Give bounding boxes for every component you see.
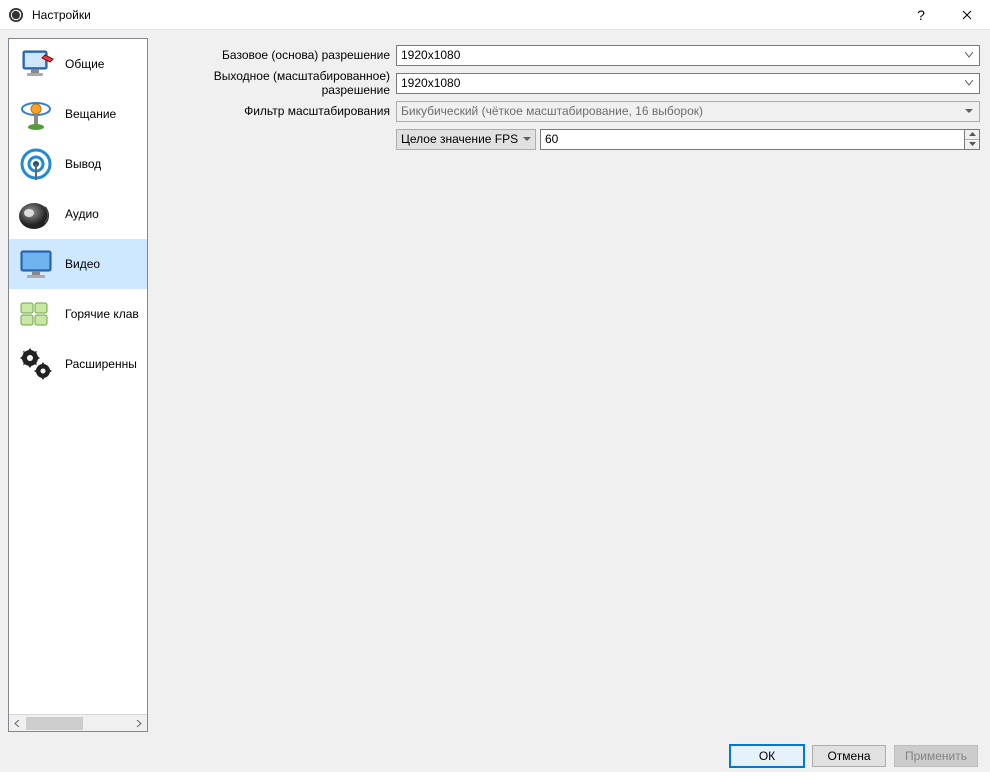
dialog-footer: ОК Отмена Применить xyxy=(0,740,990,772)
help-button[interactable]: ? xyxy=(898,0,944,30)
chevron-down-icon xyxy=(961,80,977,86)
caret-down-icon xyxy=(523,137,531,142)
fps-value-spinbox[interactable] xyxy=(540,129,980,150)
sidebar-item-video[interactable]: Видео xyxy=(9,239,147,289)
sidebar-label: Общие xyxy=(65,57,104,71)
sidebar-label: Вещание xyxy=(65,107,116,121)
sidebar-label: Горячие клав xyxy=(65,307,139,321)
spin-down-button[interactable] xyxy=(965,140,979,149)
output-resolution-combo[interactable]: 1920x1080 xyxy=(396,73,980,94)
sidebar-item-general[interactable]: Общие xyxy=(9,39,147,89)
cancel-button[interactable]: Отмена xyxy=(812,745,886,767)
obs-logo-icon xyxy=(8,7,24,23)
sidebar-label: Аудио xyxy=(65,207,99,221)
downscale-filter-label: Фильтр масштабирования xyxy=(156,104,396,118)
sidebar-item-output[interactable]: Вывод xyxy=(9,139,147,189)
advanced-icon xyxy=(13,341,59,387)
video-settings-panel: Базовое (основа) разрешение 1920x1080 Вы… xyxy=(154,38,982,732)
sidebar-item-audio[interactable]: Аудио xyxy=(9,189,147,239)
sidebar-label: Расширенны xyxy=(65,357,137,371)
spin-up-button[interactable] xyxy=(965,130,979,140)
downscale-filter-combo[interactable]: Бикубический (чёткое масштабирование, 16… xyxy=(396,101,980,122)
stream-icon xyxy=(13,91,59,137)
sidebar-item-advanced[interactable]: Расширенны xyxy=(9,339,147,389)
base-resolution-combo[interactable]: 1920x1080 xyxy=(396,45,980,66)
ok-button[interactable]: ОК xyxy=(730,745,804,767)
output-icon xyxy=(13,141,59,187)
settings-sidebar: Общие Вещание xyxy=(8,38,148,732)
general-icon xyxy=(13,41,59,87)
apply-button[interactable]: Применить xyxy=(894,745,978,767)
sidebar-horizontal-scrollbar[interactable] xyxy=(9,714,147,731)
audio-icon xyxy=(13,191,59,237)
sidebar-label: Вывод xyxy=(65,157,101,171)
fps-value-input[interactable] xyxy=(540,129,964,150)
sidebar-item-stream[interactable]: Вещание xyxy=(9,89,147,139)
scrollbar-thumb[interactable] xyxy=(26,717,83,730)
scroll-left-icon[interactable] xyxy=(9,715,26,731)
fps-type-combo[interactable]: Целое значение FPS xyxy=(396,129,536,150)
caret-down-icon xyxy=(961,109,977,114)
window-title: Настройки xyxy=(32,8,91,22)
base-resolution-label: Базовое (основа) разрешение xyxy=(156,48,396,62)
scroll-right-icon[interactable] xyxy=(130,715,147,731)
sidebar-label: Видео xyxy=(65,257,100,271)
video-icon xyxy=(13,241,59,287)
close-button[interactable] xyxy=(944,0,990,30)
sidebar-item-hotkeys[interactable]: Горячие клав xyxy=(9,289,147,339)
output-resolution-label: Выходное (масштабированное) разрешение xyxy=(156,69,396,97)
hotkeys-icon xyxy=(13,291,59,337)
chevron-down-icon xyxy=(961,52,977,58)
titlebar: Настройки ? xyxy=(0,0,990,30)
